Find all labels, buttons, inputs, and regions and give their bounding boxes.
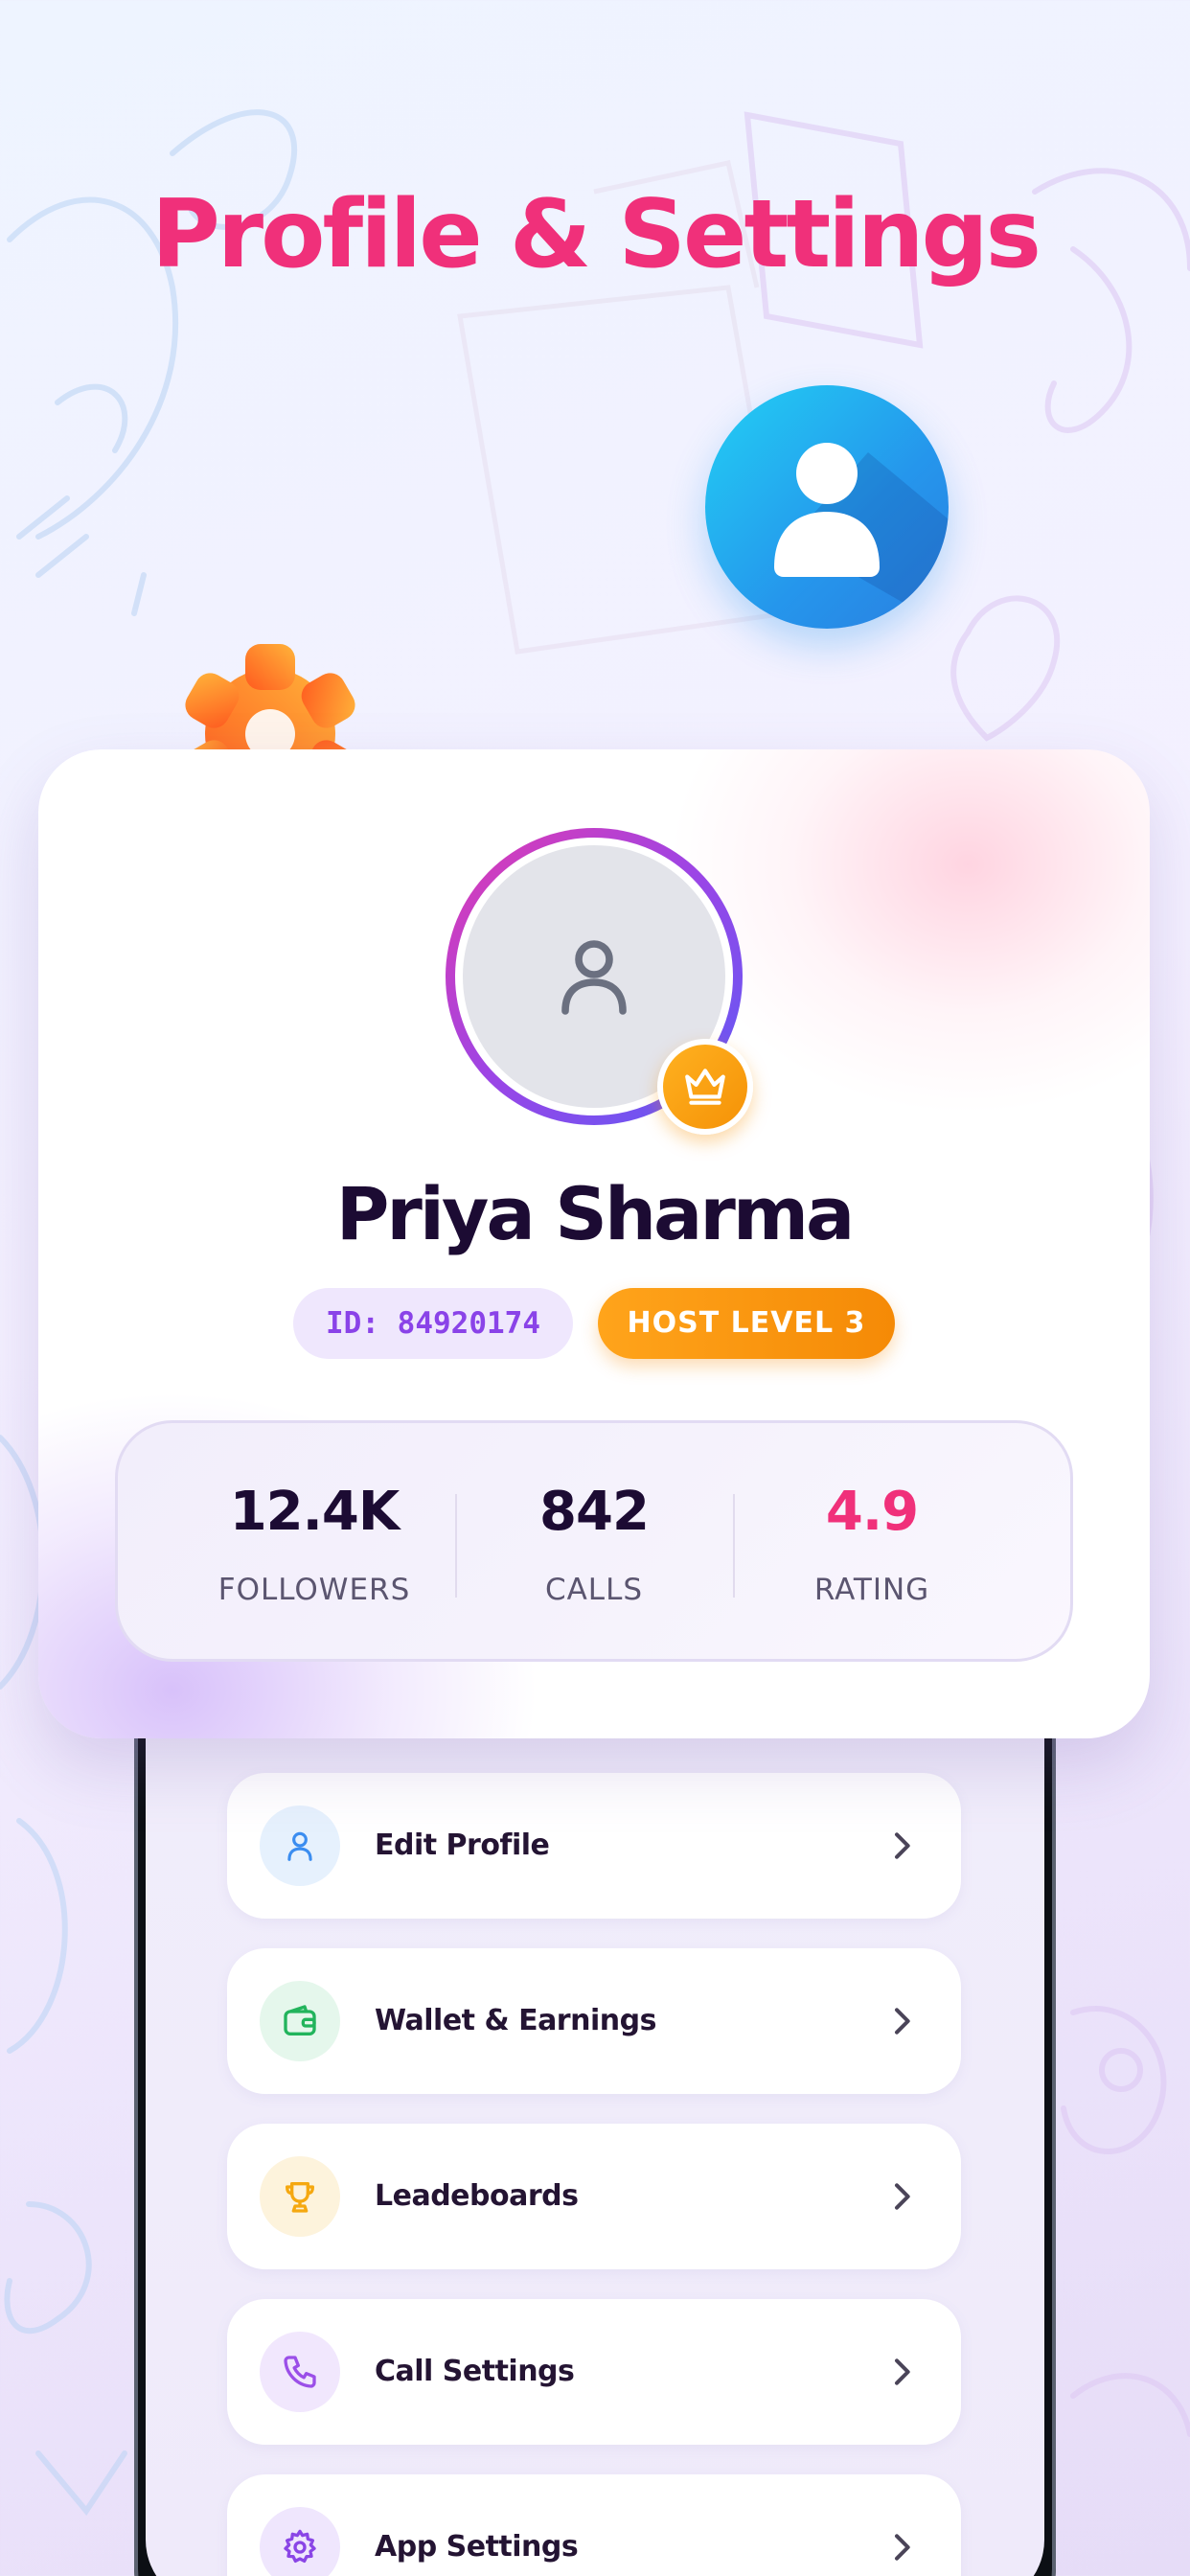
user-icon [561,940,627,1015]
stat-value: 4.9 [825,1481,919,1543]
user-icon [774,443,949,629]
page-headline: Profile & Settings [150,180,1041,289]
wallet-icon [260,1981,340,2061]
stats-panel: 12.4K FOLLOWERS 842 CALLS 4.9 RATING [115,1420,1073,1662]
menu-item-leaderboards[interactable]: Leadeboards [227,2124,961,2269]
profile-name: Priya Sharma [335,1171,856,1256]
menu-item-call-settings[interactable]: Call Settings [227,2299,961,2445]
crown-icon [685,1069,725,1105]
chevron-right-icon [895,2183,910,2210]
menu-label: Leadeboards [375,2179,579,2213]
phone-icon [260,2332,340,2412]
trophy-icon [260,2156,340,2237]
menu-item-wallet[interactable]: Wallet & Earnings [227,1948,961,2094]
gear-icon [260,2507,340,2576]
stat-label: RATING [813,1573,930,1607]
user-id-badge: ID: 84920174 [293,1288,573,1359]
stat-followers: 12.4K FOLLOWERS [175,1423,453,1665]
menu-label: App Settings [375,2530,579,2564]
menu-item-app-settings[interactable]: App Settings [227,2474,961,2576]
menu-label: Call Settings [375,2355,575,2388]
stat-value: 842 [539,1481,650,1543]
stat-label: CALLS [544,1573,644,1607]
profile-card: Priya Sharma ID: 84920174 HOST LEVEL 3 1… [38,749,1150,1738]
user-badge [705,385,949,629]
chevron-right-icon [895,2358,910,2385]
level-badge [657,1039,753,1135]
stat-calls: 842 CALLS [455,1423,733,1665]
stat-label: FOLLOWERS [217,1573,411,1607]
chevron-right-icon [895,1832,910,1859]
chevron-right-icon [895,2008,910,2035]
menu-label: Wallet & Earnings [375,2004,656,2037]
user-icon [260,1806,340,1886]
stat-rating: 4.9 RATING [733,1423,1011,1665]
menu-item-edit-profile[interactable]: Edit Profile [227,1773,961,1919]
stat-value: 12.4K [229,1481,400,1543]
chevron-right-icon [895,2534,910,2561]
menu-label: Edit Profile [375,1828,550,1862]
host-level-badge: HOST LEVEL 3 [598,1288,895,1359]
